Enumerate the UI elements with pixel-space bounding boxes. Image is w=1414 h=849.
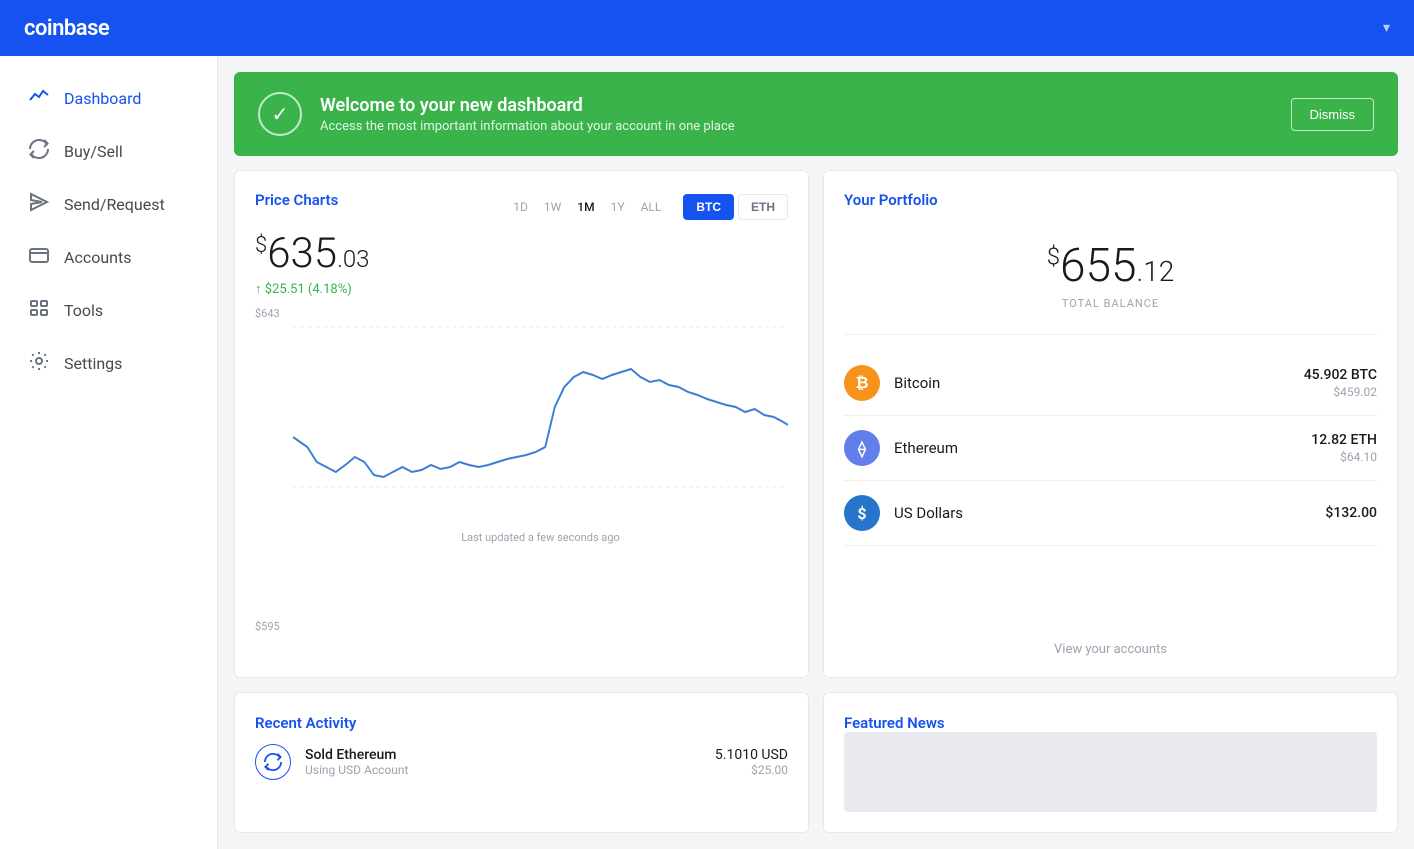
eth-crypto-amount: 12.82 ETH <box>1311 432 1377 448</box>
activity-info: Sold Ethereum Using USD Account <box>305 747 701 777</box>
asset-values-usd: $132.00 <box>1325 505 1377 521</box>
sidebar-item-settings[interactable]: Settings <box>0 337 217 390</box>
filter-1y[interactable]: 1Y <box>607 198 629 216</box>
btc-button[interactable]: BTC <box>683 194 734 220</box>
featured-news-title: Featured News <box>844 714 945 732</box>
filter-1m[interactable]: 1M <box>573 198 598 216</box>
sidebar-item-buysell[interactable]: Buy/Sell <box>0 125 217 178</box>
filter-1d[interactable]: 1D <box>509 198 532 216</box>
asset-row-btc: ₿ Bitcoin 45.902 BTC $459.02 <box>844 351 1377 416</box>
sidebar-item-sendrequest[interactable]: Send/Request <box>0 178 217 231</box>
sidebar-item-tools[interactable]: Tools <box>0 284 217 337</box>
eth-button[interactable]: ETH <box>738 194 788 220</box>
price-main: $635.03 <box>255 233 788 275</box>
filter-1w[interactable]: 1W <box>540 198 565 216</box>
activity-amounts: 5.1010 USD $25.00 <box>715 747 788 777</box>
activity-usd-value: $25.00 <box>715 763 788 777</box>
portfolio-cents: .12 <box>1137 255 1175 288</box>
portfolio-label: TOTAL BALANCE <box>844 297 1377 310</box>
sidebar-tools-label: Tools <box>64 301 103 320</box>
eth-usd-amount: $64.10 <box>1311 450 1377 464</box>
activity-row: Sold Ethereum Using USD Account 5.1010 U… <box>255 732 788 792</box>
asset-row-usd: $ US Dollars $132.00 <box>844 481 1377 546</box>
price-whole: 635 <box>267 229 337 278</box>
chart-container: $643 $595 Last updated a few seconds ago <box>255 307 788 657</box>
send-icon <box>28 192 50 217</box>
gear-icon <box>28 351 50 376</box>
activity-subtitle: Using USD Account <box>305 763 701 777</box>
portfolio-title: Your Portfolio <box>844 191 1377 209</box>
activity-crypto-value: 5.1010 USD <box>715 747 788 763</box>
crypto-toggle: BTC ETH <box>683 194 788 220</box>
featured-news-card: Featured News <box>823 692 1398 833</box>
usd-icon: $ <box>844 495 880 531</box>
welcome-text: Welcome to your new dashboard Access the… <box>320 95 1273 134</box>
welcome-check-icon: ✓ <box>258 92 302 136</box>
price-display: $635.03 ↑ $25.51 (4.18%) <box>255 233 788 297</box>
dismiss-button[interactable]: Dismiss <box>1291 98 1375 131</box>
btc-crypto-amount: 45.902 BTC <box>1304 367 1377 383</box>
time-filters: 1D 1W 1M 1Y ALL <box>509 198 665 216</box>
sidebar-buysell-label: Buy/Sell <box>64 142 123 161</box>
sidebar-accounts-label: Accounts <box>64 248 131 267</box>
welcome-banner: ✓ Welcome to your new dashboard Access t… <box>234 72 1398 156</box>
activity-refresh-icon <box>255 744 291 780</box>
asset-name-btc: Bitcoin <box>894 374 1290 392</box>
portfolio-card: Your Portfolio $655.12 TOTAL BALANCE ₿ B… <box>823 170 1398 678</box>
eth-icon: ⟠ <box>844 430 880 466</box>
filter-all[interactable]: ALL <box>637 198 666 216</box>
top-grid-row: Price Charts 1D 1W 1M 1Y ALL BTC ETH <box>234 170 1398 678</box>
main-layout: Dashboard Buy/Sell Send/Request <box>0 56 1414 849</box>
asset-values-eth: 12.82 ETH $64.10 <box>1311 432 1377 464</box>
chart-labels: $643 $595 <box>255 307 280 633</box>
view-accounts-link[interactable]: View your accounts <box>844 626 1377 657</box>
price-chart-svg <box>293 307 788 507</box>
tools-icon <box>28 298 50 323</box>
sidebar-sendrequest-label: Send/Request <box>64 195 165 214</box>
recent-activity-card: Recent Activity Sold Ethereum Using USD … <box>234 692 809 833</box>
price-cents: .03 <box>337 245 369 273</box>
sidebar-settings-label: Settings <box>64 354 122 373</box>
sidebar: Dashboard Buy/Sell Send/Request <box>0 56 218 849</box>
welcome-subtitle: Access the most important information ab… <box>320 119 1273 134</box>
btc-icon: ₿ <box>844 365 880 401</box>
header-chevron-icon[interactable]: ▾ <box>1383 20 1390 36</box>
sidebar-dashboard-label: Dashboard <box>64 89 141 108</box>
portfolio-amount: $655.12 <box>844 239 1377 293</box>
content-area: ✓ Welcome to your new dashboard Access t… <box>218 56 1414 849</box>
sidebar-item-accounts[interactable]: Accounts <box>0 231 217 284</box>
portfolio-balance: $655.12 TOTAL BALANCE <box>844 223 1377 335</box>
chart-svg-wrapper <box>293 307 788 527</box>
price-charts-title: Price Charts <box>255 191 338 209</box>
usd-amount: $132.00 <box>1325 505 1377 521</box>
btc-usd-amount: $459.02 <box>1304 385 1377 399</box>
activity-title: Sold Ethereum <box>305 747 701 763</box>
news-placeholder <box>844 732 1377 812</box>
logo: coinbase <box>24 16 109 41</box>
card-icon <box>28 245 50 270</box>
asset-name-eth: Ethereum <box>894 439 1297 457</box>
top-header: coinbase ▾ <box>0 0 1414 56</box>
price-change: ↑ $25.51 (4.18%) <box>255 281 788 297</box>
portfolio-whole: 655 <box>1060 239 1137 293</box>
refresh-icon <box>28 139 50 164</box>
sidebar-item-dashboard[interactable]: Dashboard <box>0 72 217 125</box>
welcome-title: Welcome to your new dashboard <box>320 95 1273 116</box>
chart-updated: Last updated a few seconds ago <box>293 531 788 544</box>
recent-activity-title: Recent Activity <box>255 714 356 732</box>
bottom-grid-row: Recent Activity Sold Ethereum Using USD … <box>234 692 1398 833</box>
asset-name-usd: US Dollars <box>894 504 1311 522</box>
activity-icon <box>28 86 50 111</box>
asset-values-btc: 45.902 BTC $459.02 <box>1304 367 1377 399</box>
asset-row-eth: ⟠ Ethereum 12.82 ETH $64.10 <box>844 416 1377 481</box>
chart-high-label: $643 <box>255 307 280 320</box>
chart-low-label: $595 <box>255 620 280 633</box>
price-charts-card: Price Charts 1D 1W 1M 1Y ALL BTC ETH <box>234 170 809 678</box>
